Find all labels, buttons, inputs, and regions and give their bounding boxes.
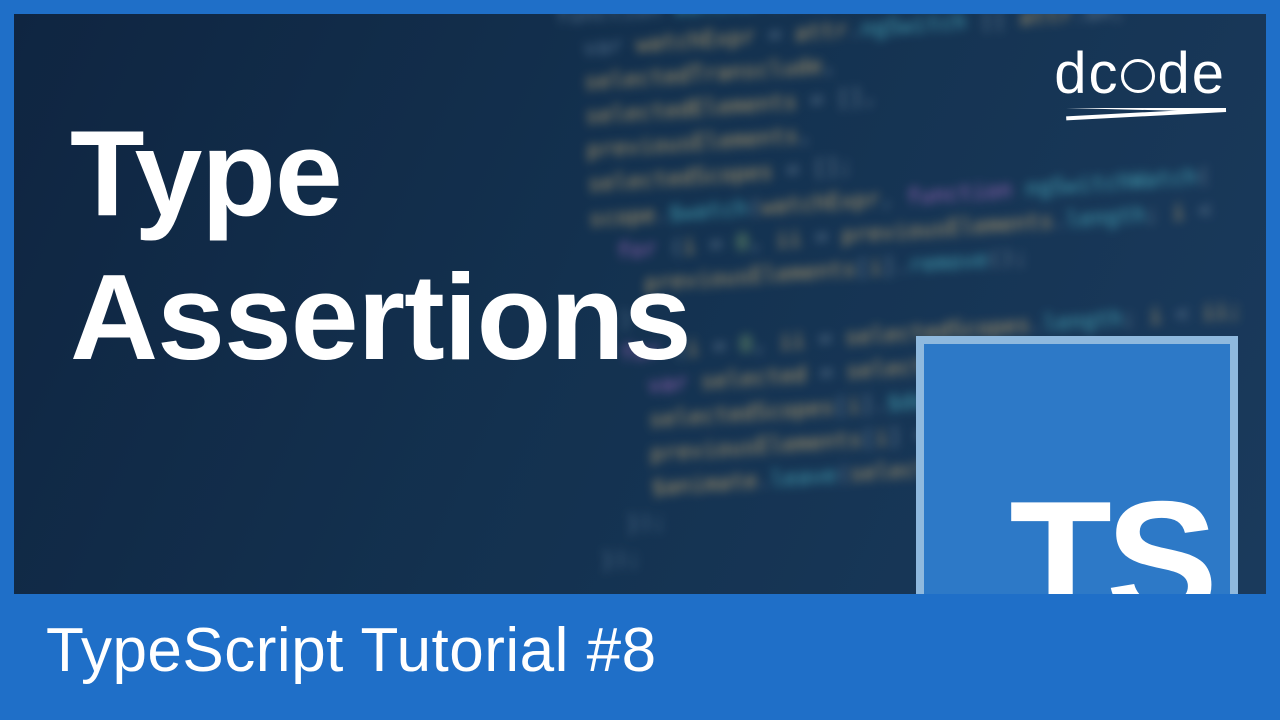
- logo-o-icon: [1121, 59, 1155, 93]
- dcode-logo: dc de: [1054, 40, 1226, 107]
- logo-text-left: dc: [1054, 40, 1119, 107]
- thumbnail-frame: function watcher(scope, element, attr, n…: [0, 0, 1280, 720]
- logo-text-right: de: [1157, 40, 1226, 107]
- footer-bar: TypeScript Tutorial #8: [14, 594, 1266, 706]
- title-line-2: Assertions: [70, 246, 691, 390]
- footer-title: TypeScript Tutorial #8: [46, 615, 657, 686]
- main-title: Type Assertions: [70, 102, 691, 390]
- logo-underline-icon: [1066, 108, 1226, 126]
- typescript-badge: TS: [916, 336, 1238, 594]
- main-panel: function watcher(scope, element, attr, n…: [14, 14, 1266, 594]
- title-line-1: Type: [70, 102, 691, 246]
- ts-badge-label: TS: [1009, 476, 1212, 594]
